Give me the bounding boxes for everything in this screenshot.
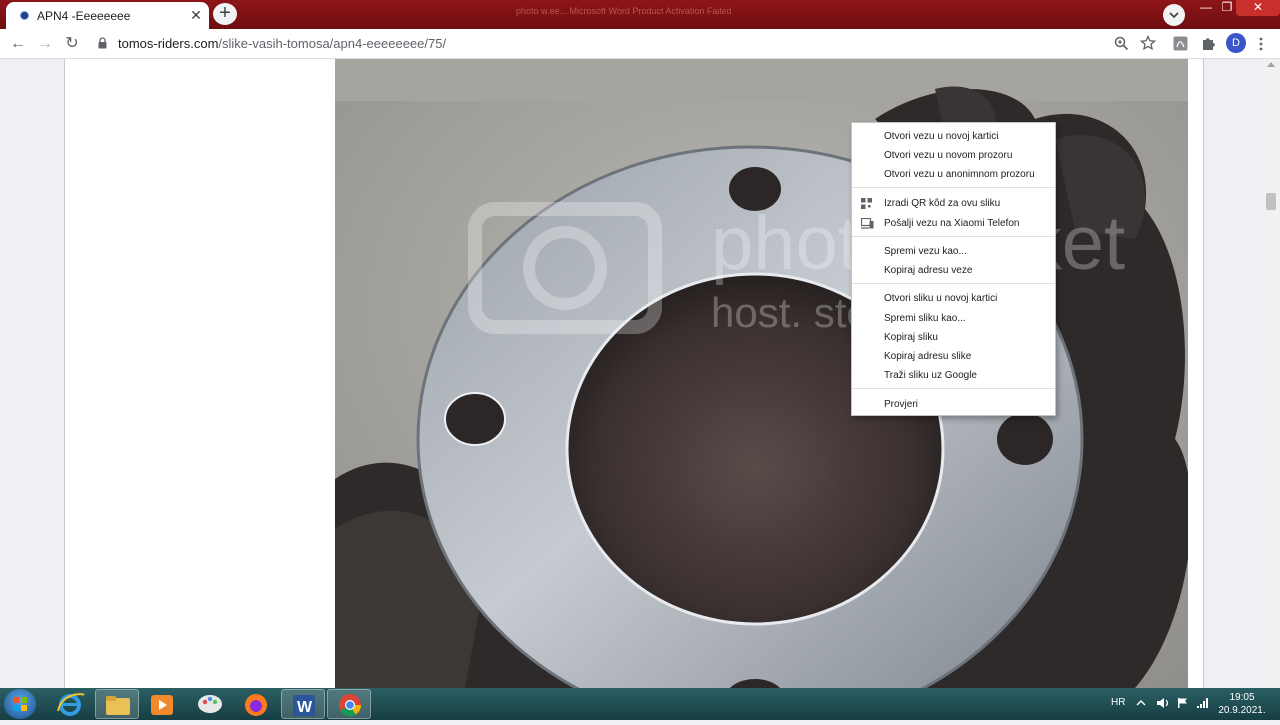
windows-logo-icon xyxy=(13,697,27,711)
context-menu: Otvori vezu u novoj kartici Otvori vezu … xyxy=(851,122,1056,416)
browser-toolbar: ← → ↻ tomos-riders.com/slike-vasih-tomos… xyxy=(0,29,1280,59)
taskbar-microsoft-word[interactable]: W xyxy=(281,689,325,719)
tab-close-icon[interactable]: ✕ xyxy=(187,6,205,24)
scroll-thumb[interactable] xyxy=(1266,193,1276,210)
menu-create-qr-code[interactable]: Izradi QR kôd za ovu sliku xyxy=(852,194,1055,213)
url-path: /slike-vasih-tomosa/apn4-eeeeeeee/75/ xyxy=(218,36,447,51)
pdf-extension-icon[interactable] xyxy=(1173,36,1188,51)
window-maximize-button[interactable]: ❐ xyxy=(1218,0,1236,16)
menu-search-image-google[interactable]: Traži sliku uz Google xyxy=(852,366,1055,385)
zoom-icon[interactable] xyxy=(1114,36,1129,51)
word-icon: W xyxy=(293,695,315,716)
motorcycle-part-photo[interactable]: photobucket host. store. share. xyxy=(335,59,1188,688)
windows-taskbar: W HR 19:05 20.9.2021. xyxy=(0,688,1280,720)
lock-icon xyxy=(98,37,107,49)
scroll-up-arrow-icon[interactable] xyxy=(1267,62,1275,67)
new-tab-button[interactable]: + xyxy=(213,3,237,25)
menu-separator xyxy=(852,283,1055,284)
menu-kebab-icon[interactable] xyxy=(1258,37,1264,51)
menu-inspect[interactable]: Provjeri xyxy=(852,395,1055,414)
back-button[interactable]: ← xyxy=(7,33,29,55)
tab-search-button[interactable] xyxy=(1163,4,1185,26)
tab-strip: APN4 -Eeeeeeee ✕ + photo w.ee... Microso… xyxy=(0,0,1280,29)
menu-copy-image-address[interactable]: Kopiraj adresu slike xyxy=(852,347,1055,366)
paint-icon xyxy=(198,695,222,713)
volume-icon[interactable] xyxy=(1156,697,1170,709)
menu-open-link-incognito[interactable]: Otvori vezu u anonimnom prozoru xyxy=(852,165,1055,184)
forward-button[interactable]: → xyxy=(34,33,56,55)
menu-copy-image[interactable]: Kopiraj sliku xyxy=(852,328,1055,347)
menu-separator xyxy=(852,388,1055,389)
tray-expand-icon[interactable] xyxy=(1136,698,1146,708)
cylinder-flange-image: photobucket host. store. share. xyxy=(335,59,1188,688)
bookmark-star-icon[interactable] xyxy=(1140,35,1156,51)
clock-time: 19:05 xyxy=(1229,692,1255,703)
windows-start-button[interactable] xyxy=(4,689,36,719)
firefox-icon xyxy=(245,694,267,716)
menu-open-image-new-tab[interactable]: Otvori sliku u novoj kartici xyxy=(852,289,1055,308)
address-bar[interactable]: tomos-riders.com/slike-vasih-tomosa/apn4… xyxy=(88,31,1168,56)
menu-open-link-new-window[interactable]: Otvori vezu u novom prozoru xyxy=(852,146,1055,165)
taskbar-internet-explorer[interactable] xyxy=(48,689,92,719)
chrome-icon xyxy=(339,694,361,716)
taskbar-media-player[interactable] xyxy=(140,689,184,719)
menu-send-to-device[interactable]: Pošalji vezu na Xiaomi Telefon xyxy=(852,214,1055,233)
menu-open-link-new-tab[interactable]: Otvori vezu u novoj kartici xyxy=(852,127,1055,146)
folder-icon xyxy=(106,696,130,715)
site-favicon-icon xyxy=(20,11,29,20)
clock-date: 20.9.2021. xyxy=(1218,705,1266,716)
menu-separator xyxy=(852,236,1055,237)
action-center-flag-icon[interactable] xyxy=(1177,697,1189,709)
internet-explorer-icon xyxy=(57,693,85,716)
network-signal-icon[interactable] xyxy=(1196,697,1208,709)
taskbar-file-explorer[interactable] xyxy=(95,689,139,719)
tab-apn4[interactable]: APN4 -Eeeeeeee ✕ xyxy=(6,2,209,29)
page-viewport: photobucket host. store. share. xyxy=(0,59,1280,688)
language-indicator[interactable]: HR xyxy=(1111,697,1125,708)
address-url: tomos-riders.com/slike-vasih-tomosa/apn4… xyxy=(118,36,446,51)
menu-separator xyxy=(852,187,1055,188)
chevron-down-icon xyxy=(1169,12,1179,19)
system-clock[interactable]: 19:05 20.9.2021. xyxy=(1212,691,1272,717)
taskbar-paint[interactable] xyxy=(188,689,232,719)
svg-text:W: W xyxy=(297,699,313,716)
media-player-icon xyxy=(151,695,173,715)
profile-avatar[interactable]: D xyxy=(1226,33,1246,53)
taskbar-firefox[interactable] xyxy=(234,689,278,719)
page-scrollbar[interactable] xyxy=(1263,59,1280,688)
menu-save-image-as[interactable]: Spremi sliku kao... xyxy=(852,309,1055,328)
background-window-title: photo w.ee... Microsoft Word Product Act… xyxy=(516,6,732,16)
send-to-device-icon xyxy=(861,218,874,229)
taskbar-google-chrome[interactable] xyxy=(327,689,371,719)
extensions-puzzle-icon[interactable] xyxy=(1201,36,1216,51)
menu-copy-link-address[interactable]: Kopiraj adresu veze xyxy=(852,261,1055,280)
window-close-button[interactable]: ✕ xyxy=(1236,0,1280,16)
window-minimize-button[interactable]: — xyxy=(1194,0,1218,16)
url-host: tomos-riders.com xyxy=(118,36,219,51)
reload-button[interactable]: ↻ xyxy=(61,33,83,55)
tab-title: APN4 -Eeeeeeee xyxy=(37,9,131,23)
qr-code-icon xyxy=(861,198,872,209)
menu-save-link-as[interactable]: Spremi vezu kao... xyxy=(852,242,1055,261)
